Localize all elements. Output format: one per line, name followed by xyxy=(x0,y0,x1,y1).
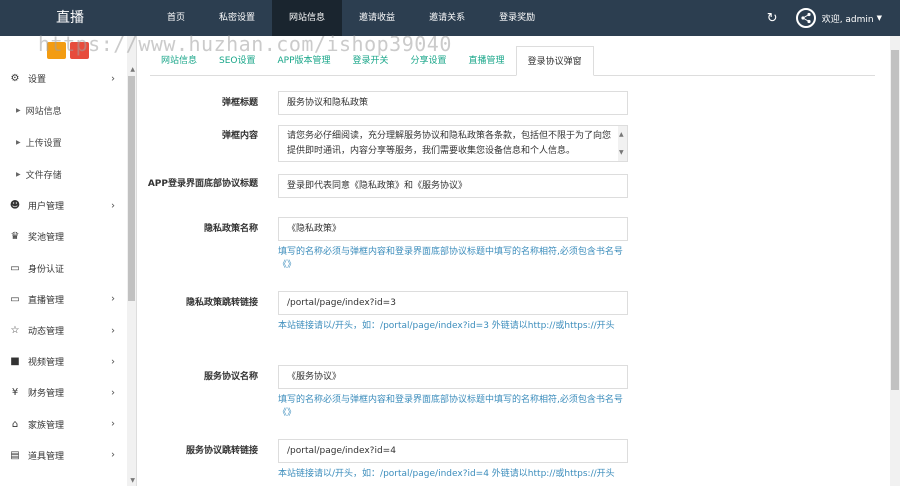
yen-icon: ¥ xyxy=(11,387,19,399)
video-icon: ■ xyxy=(10,356,20,368)
sidebar-item-label: 直播管理 xyxy=(28,295,65,306)
sidebar-item-users[interactable]: ☻ 用户管理 › xyxy=(0,190,136,221)
chevron-right-icon: › xyxy=(111,387,115,399)
privacy-name-input[interactable]: 《隐私政策》 xyxy=(278,217,628,241)
popup-content-textarea[interactable]: 请您务必仔细阅读，充分理解服务协议和隐私政策各条款，包括但不限于为了向您提供即时… xyxy=(278,125,628,162)
chevron-right-icon: › xyxy=(111,293,115,305)
popup-title-label: 弹框标题 xyxy=(221,98,258,108)
sidebar-item-family[interactable]: ⌂ 家族管理 › xyxy=(0,409,136,440)
caret-down-icon[interactable]: ▼ xyxy=(877,14,882,22)
service-name-input[interactable]: 《服务协议》 xyxy=(278,365,628,389)
sidebar-sub-label: 文件存储 xyxy=(25,170,62,181)
users-icon: ☻ xyxy=(9,200,21,212)
privacy-name-help: 填写的名称必须与弹框内容和登录界面底部协议标题中填写的名称相符,必须包含书名号《… xyxy=(278,247,623,270)
user-greeting[interactable]: 欢迎, admin xyxy=(822,12,874,25)
privacy-link-help: 本站链接请以/开头，如：/portal/page/index?id=3 外链请以… xyxy=(278,321,615,331)
privacy-name-label: 隐私政策名称 xyxy=(203,224,258,234)
chevron-right-icon: › xyxy=(111,418,115,430)
nav-private-settings[interactable]: 私密设置 xyxy=(202,0,272,36)
star-icon: ☆ xyxy=(10,325,20,337)
sidebar-item-prize-pool[interactable]: ♛ 奖池管理 xyxy=(0,221,136,252)
service-link-input[interactable]: /portal/page/index?id=4 xyxy=(278,439,628,463)
chevron-right-icon: › xyxy=(111,200,115,212)
service-link-help: 本站链接请以/开头，如：/portal/page/index?id=4 外链请以… xyxy=(278,469,615,479)
trophy-icon: ♛ xyxy=(10,231,20,243)
desktop-icon: ▭ xyxy=(10,293,20,305)
sidebar-item-label: 财务管理 xyxy=(28,389,65,400)
popup-content-label: 弹框内容 xyxy=(221,131,258,141)
top-bar: 直播 首页 私密设置 网站信息 邀请收益 邀请关系 登录奖励 ↻ 欢迎, adm… xyxy=(0,0,900,36)
popup-content-text: 请您务必仔细阅读，充分理解服务协议和隐私政策各条款，包括但不限于为了向您提供即时… xyxy=(287,131,612,156)
sidebar-scrollbar[interactable]: ▲ ▼ xyxy=(127,36,136,486)
sidebar-item-identity[interactable]: ▭ 身份认证 xyxy=(0,253,136,284)
sidebar-sub-label: 上传设置 xyxy=(25,138,62,149)
sidebar-item-video[interactable]: ■ 视频管理 › xyxy=(0,346,136,377)
refresh-icon[interactable]: ↻ xyxy=(767,11,778,26)
triangle-right-icon: ▶ xyxy=(16,138,21,146)
bottom-title-label: APP登录界面底部协议标题 xyxy=(147,179,258,189)
nav-invite-income[interactable]: 邀请收益 xyxy=(342,0,412,36)
sidebar-item-label: 设置 xyxy=(28,75,47,86)
tab-live-manage[interactable]: 直播管理 xyxy=(458,46,516,76)
sidebar-sub-upload-settings[interactable]: ▶ 上传设置 xyxy=(0,126,136,158)
service-name-label: 服务协议名称 xyxy=(203,372,258,382)
sidebar-item-label: 用户管理 xyxy=(28,202,65,213)
main-scroll-thumb[interactable] xyxy=(891,50,899,390)
chevron-right-icon: › xyxy=(111,356,115,368)
monitor-icon: ▭ xyxy=(10,262,20,274)
chevron-right-icon: › xyxy=(111,325,115,337)
nav-site-info[interactable]: 网站信息 xyxy=(272,0,343,36)
bottom-title-input[interactable]: 登录即代表同意《隐私政策》和《服务协议》 xyxy=(278,174,628,198)
sidebar-item-props[interactable]: ▤ 道具管理 › xyxy=(0,440,136,471)
service-link-label: 服务协议跳转链接 xyxy=(185,446,258,456)
privacy-link-input[interactable]: /portal/page/index?id=3 xyxy=(278,291,628,315)
sidebar-item-label: 动态管理 xyxy=(28,327,65,338)
main-content: 网站信息 SEO设置 APP版本管理 登录开关 分享设置 直播管理 登录协议弹窗… xyxy=(138,36,890,486)
sidebar-item-label: 家族管理 xyxy=(28,420,65,431)
top-right-area: ↻ 欢迎, admin ▼ xyxy=(767,0,882,36)
sidebar-item-moments[interactable]: ☆ 动态管理 › xyxy=(0,315,136,346)
cart-icon: ▤ xyxy=(10,449,20,461)
main-scrollbar[interactable] xyxy=(890,36,900,486)
sidebar-sub-file-storage[interactable]: ▶ 文件存储 xyxy=(0,158,136,190)
sidebar-scroll-thumb[interactable] xyxy=(128,76,135,301)
gears-icon: ⚙ xyxy=(10,73,20,85)
nav-home[interactable]: 首页 xyxy=(150,0,202,36)
scroll-up-icon[interactable]: ▲ xyxy=(130,66,135,73)
scroll-down-icon[interactable]: ▼ xyxy=(130,477,135,484)
sidebar-item-finance[interactable]: ¥ 财务管理 › xyxy=(0,377,136,408)
nav-login-reward[interactable]: 登录奖励 xyxy=(482,0,552,36)
bank-icon: ⌂ xyxy=(11,418,19,430)
scroll-down-icon[interactable]: ▼ xyxy=(619,145,624,160)
triangle-right-icon: ▶ xyxy=(16,106,21,114)
sidebar-item-settings[interactable]: ⚙ 设置 › xyxy=(0,63,136,94)
sidebar-item-label: 视频管理 xyxy=(28,358,65,369)
sidebar-item-live[interactable]: ▭ 直播管理 › xyxy=(0,284,136,315)
chevron-right-icon: › xyxy=(111,449,115,461)
sidebar-item-label: 身份认证 xyxy=(28,264,65,275)
app-brand[interactable]: 直播 xyxy=(0,0,140,36)
sidebar-item-label: 道具管理 xyxy=(28,451,65,462)
popup-title-input[interactable]: 服务协议和隐私政策 xyxy=(278,91,628,115)
scroll-up-icon[interactable]: ▲ xyxy=(619,127,624,142)
nav-invite-relation[interactable]: 邀请关系 xyxy=(412,0,482,36)
share-nodes-icon xyxy=(801,12,811,24)
sidebar-sub-site-info[interactable]: ▶ 网站信息 xyxy=(0,94,136,126)
top-nav: 首页 私密设置 网站信息 邀请收益 邀请关系 登录奖励 xyxy=(150,0,552,36)
sidebar: ⚙ 设置 › ▶ 网站信息 ▶ 上传设置 ▶ 文件存储 ☻ 用户管理 › ♛ 奖… xyxy=(0,36,137,486)
sidebar-sub-label: 网站信息 xyxy=(25,106,62,117)
avatar[interactable] xyxy=(795,8,816,28)
triangle-right-icon: ▶ xyxy=(16,170,21,178)
textarea-scrollbar[interactable]: ▲ ▼ xyxy=(618,126,627,161)
privacy-link-label: 隐私政策跳转链接 xyxy=(185,298,258,308)
watermark-text: https://www.huzhan.com/ishop39040 xyxy=(38,32,452,56)
service-name-help: 填写的名称必须与弹框内容和登录界面底部协议标题中填写的名称相符,必须包含书名号《… xyxy=(278,395,623,418)
chevron-right-icon: › xyxy=(111,73,115,85)
tab-login-agreement-popup[interactable]: 登录协议弹窗 xyxy=(515,46,594,76)
sidebar-item-label: 奖池管理 xyxy=(28,233,65,244)
